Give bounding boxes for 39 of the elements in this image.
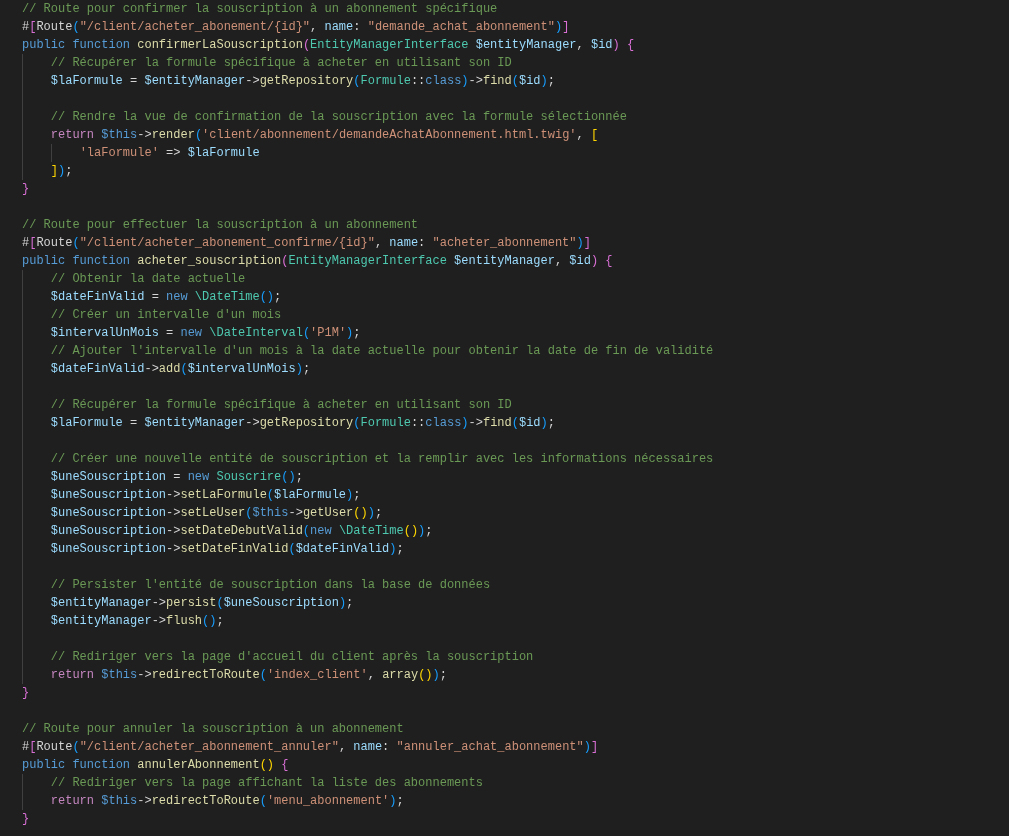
code-line: // Obtenir la date actuelle bbox=[22, 270, 246, 288]
code-line: } bbox=[22, 181, 30, 198]
code-line: #[Route("/client/acheter_abonnement_annuler", name: "annuler_achat_abonnement")] bbox=[22, 739, 599, 756]
code-line: // Rediriger vers la page d'accueil du client après la souscription bbox=[22, 648, 534, 666]
code-line: // Route pour effectuer la souscription à un abonnement bbox=[22, 217, 419, 234]
code-line: public function acheter_souscription(EntityManagerInterface $entityManager, $id) { bbox=[22, 253, 613, 270]
code-line: // Ajouter l'intervalle d'un mois à la date actuelle pour obtenir la date de fin de validité bbox=[22, 342, 714, 360]
code-line: $laFormule = $entityManager->getRepository(Formule::class)->find($id); bbox=[22, 72, 555, 90]
code-line: public function annulerAbonnement() { bbox=[22, 757, 289, 774]
code-line: public function confirmerLaSouscription(EntityManagerInterface $entityManager, $id) { bbox=[22, 37, 635, 54]
code-line: $laFormule = $entityManager->getRepository(Formule::class)->find($id); bbox=[22, 414, 555, 432]
code-line: // Persister l'entité de souscription dans la base de données bbox=[22, 576, 491, 594]
code-line: return $this->render('client/abonnement/demandeAchatAbonnement.html.twig', [ bbox=[22, 126, 599, 144]
code-line: #[Route("/client/acheter_abonement_confirme/{id}", name: "acheter_abonnement")] bbox=[22, 235, 591, 252]
code-line: } bbox=[22, 811, 30, 828]
code-line: return $this->redirectToRoute('index_client', array()); bbox=[22, 666, 447, 684]
code-line: // Créer un intervalle d'un mois bbox=[22, 306, 282, 324]
code-line: // Créer une nouvelle entité de souscription et la remplir avec les informations nécessaires bbox=[22, 450, 714, 468]
code-line: $uneSouscription->setLaFormule($laFormule); bbox=[22, 486, 361, 504]
code-line: $uneSouscription->setDateFinValid($dateFinValid); bbox=[22, 540, 404, 558]
code-line: $entityManager->flush(); bbox=[22, 612, 224, 630]
code-line: $uneSouscription = new Souscrire(); bbox=[22, 468, 303, 486]
code-line: return $this->redirectToRoute('menu_abonnement'); bbox=[22, 792, 404, 810]
code-line: // Rediriger vers la page affichant la liste des abonnements bbox=[22, 774, 483, 792]
code-line: // Rendre la vue de confirmation de la souscription avec la formule sélectionnée bbox=[22, 108, 627, 126]
code-line: $uneSouscription->setDateDebutValid(new \DateTime()); bbox=[22, 522, 433, 540]
code-line: ]); bbox=[22, 162, 73, 180]
code-line: $uneSouscription->setLeUser($this->getUser()); bbox=[22, 504, 383, 522]
code-line: // Récupérer la formule spécifique à acheter en utilisant son ID bbox=[22, 396, 512, 414]
code-line: } bbox=[22, 685, 30, 702]
code-line: $dateFinValid = new \DateTime(); bbox=[22, 288, 282, 306]
code-line: // Route pour annuler la souscription à un abonnement bbox=[22, 721, 404, 738]
code-line: $entityManager->persist($uneSouscription); bbox=[22, 594, 354, 612]
code-line: // Route pour confirmer la souscription à un abonnement spécifique bbox=[22, 1, 498, 18]
code-line: // Récupérer la formule spécifique à acheter en utilisant son ID bbox=[22, 54, 512, 72]
code-line: #[Route("/client/acheter_abonement/{id}", name: "demande_achat_abonnement")] bbox=[22, 19, 570, 36]
code-line: $dateFinValid->add($intervalUnMois); bbox=[22, 360, 311, 378]
code-line: $intervalUnMois = new \DateInterval('P1M'); bbox=[22, 324, 361, 342]
code-line: 'laFormule' => $laFormule bbox=[22, 144, 260, 162]
